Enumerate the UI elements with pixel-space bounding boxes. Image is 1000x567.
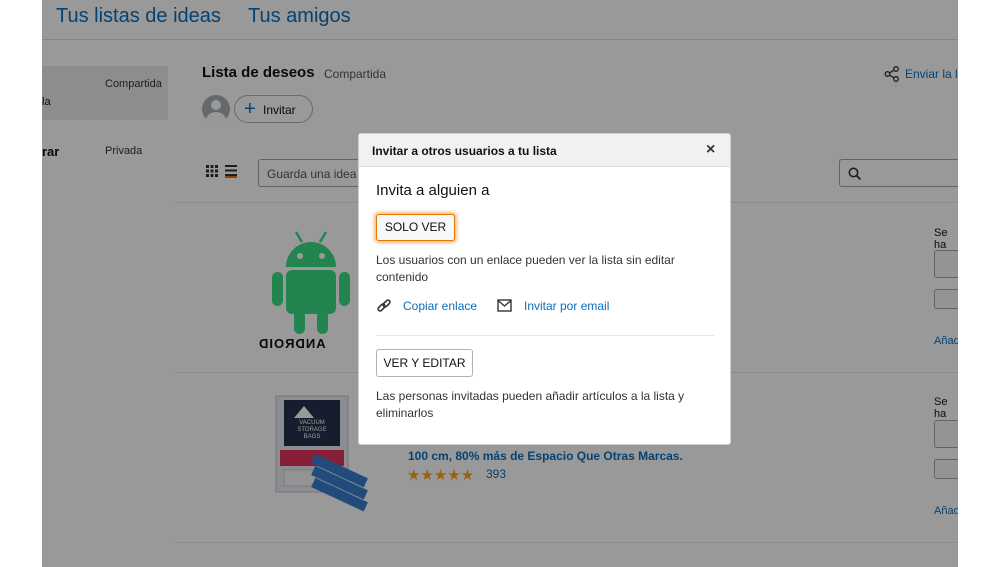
- screenshot-stage: Tus listas de ideas Tus amigos la Compar…: [0, 0, 1000, 567]
- invite-by-email-button[interactable]: Invitar por email: [524, 299, 609, 313]
- modal-header: Invitar a otros usuarios a tu lista ×: [359, 134, 730, 167]
- view-only-description: Los usuarios con un enlace pueden ver la…: [376, 253, 675, 284]
- view-edit-description: Las personas invitadas pueden añadir art…: [376, 389, 685, 420]
- view-and-edit-button[interactable]: VER Y EDITAR: [376, 349, 473, 377]
- modal-heading: Invita a alguien a: [376, 182, 490, 199]
- close-icon[interactable]: ×: [706, 141, 715, 159]
- view-only-button[interactable]: SOLO VER: [376, 214, 455, 241]
- email-icon: [497, 299, 512, 312]
- copy-link-button[interactable]: Copiar enlace: [403, 299, 477, 313]
- invite-modal: Invitar a otros usuarios a tu lista × In…: [358, 133, 731, 445]
- modal-divider: [376, 335, 714, 336]
- modal-title: Invitar a otros usuarios a tu lista: [372, 144, 557, 158]
- link-icon: [377, 299, 391, 312]
